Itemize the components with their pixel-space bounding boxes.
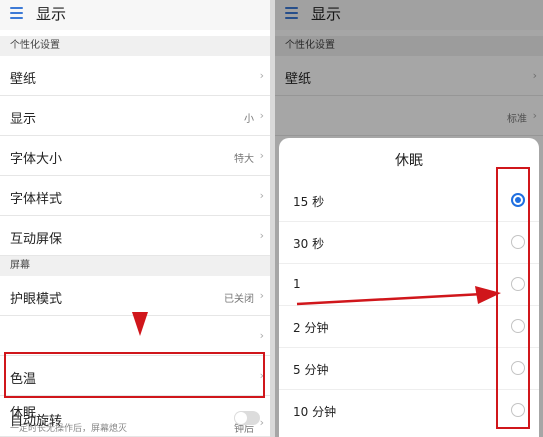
chevron-right-icon: › (259, 149, 264, 162)
font-style-label: 字体样式 (10, 192, 63, 207)
wallpaper-label: 壁纸 (10, 72, 37, 87)
screensaver-row[interactable]: 互动屏保 › (0, 216, 270, 256)
sleep-highlight-box (4, 352, 265, 398)
sleep-dialog-panel: 显示 个性化设置 壁纸 › 标准 › 休眠 15 秒 30 秒 1 2 分钟 5… (275, 0, 543, 437)
font-style-row[interactable]: 字体样式 › (0, 176, 270, 216)
option-label: 5 分钟 (293, 363, 329, 377)
font-size-value: 特大 (234, 154, 254, 165)
chevron-right-icon: › (259, 329, 264, 342)
eye-mode-label: 护眼模式 (10, 292, 63, 307)
option-label: 30 秒 (293, 237, 325, 251)
font-size-row[interactable]: 字体大小 特大 › (0, 136, 270, 176)
screensaver-label: 互动屏保 (10, 232, 63, 247)
wallpaper-row[interactable]: 壁纸 › (0, 56, 270, 96)
red-arrow-down (132, 312, 148, 336)
chevron-right-icon: › (259, 69, 264, 82)
chevron-right-icon: › (259, 109, 264, 122)
auto-rotate-label: 自动旋转 (10, 414, 63, 429)
chevron-right-icon: › (259, 189, 264, 202)
auto-rotate-row[interactable]: 自动旋转 (0, 400, 270, 437)
section-header-personal: 个性化设置 (0, 36, 270, 56)
display-size-row[interactable]: 显示 小 › (0, 96, 270, 136)
red-arrow-right (296, 286, 501, 306)
eye-mode-value: 已关闭 (224, 294, 254, 305)
option-label: 10 分钟 (293, 405, 337, 419)
option-label: 15 秒 (293, 195, 325, 209)
menu-icon[interactable] (10, 7, 23, 19)
page-title: 显示 (36, 5, 67, 23)
option-label: 2 分钟 (293, 321, 329, 335)
top-bar: 显示 (0, 0, 270, 30)
display-size-value: 小 (244, 114, 254, 125)
chevron-right-icon: › (259, 229, 264, 242)
display-size-label: 显示 (10, 112, 37, 127)
section-header-screen: 屏幕 (0, 256, 270, 276)
chevron-right-icon: › (259, 289, 264, 302)
auto-rotate-toggle[interactable] (234, 411, 260, 425)
font-size-label: 字体大小 (10, 152, 63, 167)
